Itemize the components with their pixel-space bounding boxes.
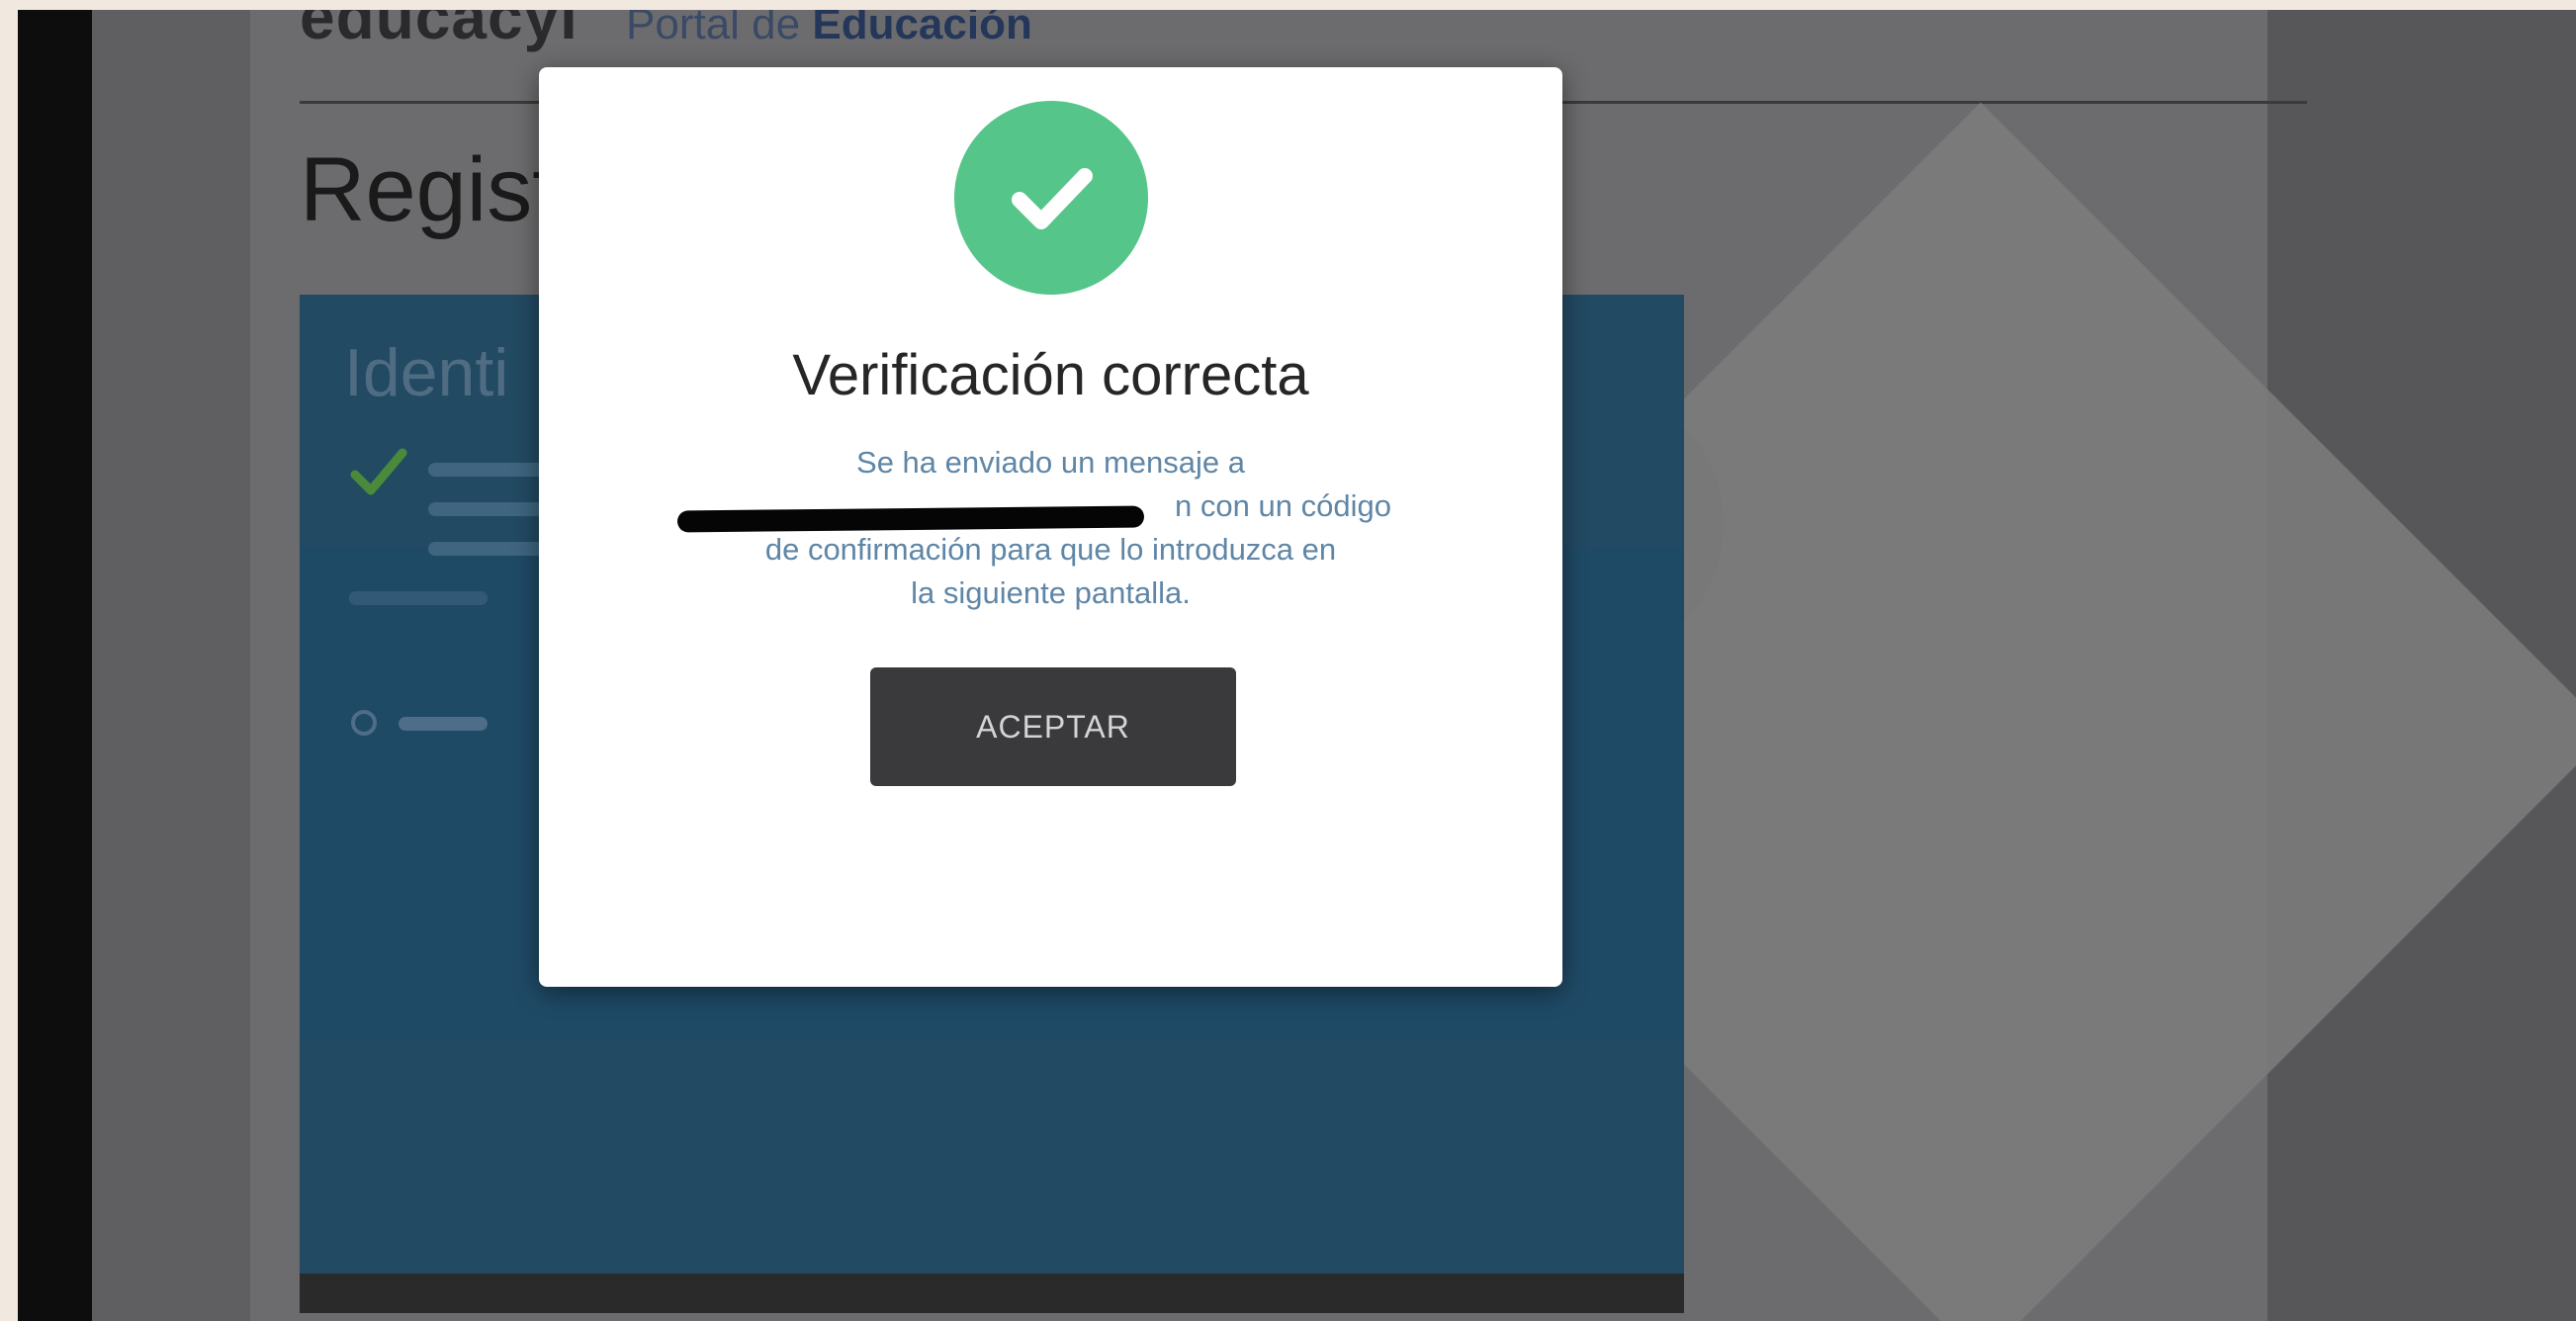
accept-button[interactable]: ACEPTAR (870, 667, 1236, 786)
card-radio-option[interactable] (351, 710, 377, 736)
screen-frame: educacyl Portal de Educación Regist Iden… (0, 0, 2576, 1321)
modal-title: Verificación correcta (792, 343, 1309, 407)
message-line: la siguiente pantalla. (911, 575, 1191, 610)
card-text-line (428, 502, 547, 516)
logo-subtitle-prefix: Portal de (626, 10, 801, 48)
verification-modal: Verificación correcta Se ha enviado un m… (539, 67, 1562, 987)
card-text-line (349, 591, 488, 605)
check-circle-icon (954, 101, 1148, 295)
message-line: Se ha enviado un mensaje a (856, 445, 1245, 480)
card-title: Identi (344, 335, 509, 410)
card-text-line (428, 542, 547, 556)
message-line: de confirmación para que lo introduzca e… (764, 532, 1337, 567)
site-logo-subtitle: Portal de Educación (626, 10, 1032, 49)
logo-subtitle-emphasis: Educación (812, 10, 1032, 48)
card-radio-label (399, 717, 488, 731)
card-footer-bar (300, 1274, 1684, 1313)
left-black-bar (18, 10, 92, 1321)
page-title: Regist (300, 139, 558, 240)
card-text-line (428, 463, 547, 477)
card-check-icon (350, 448, 407, 495)
checkmark-icon (1012, 168, 1093, 229)
site-logo[interactable]: educacyl (300, 10, 578, 53)
